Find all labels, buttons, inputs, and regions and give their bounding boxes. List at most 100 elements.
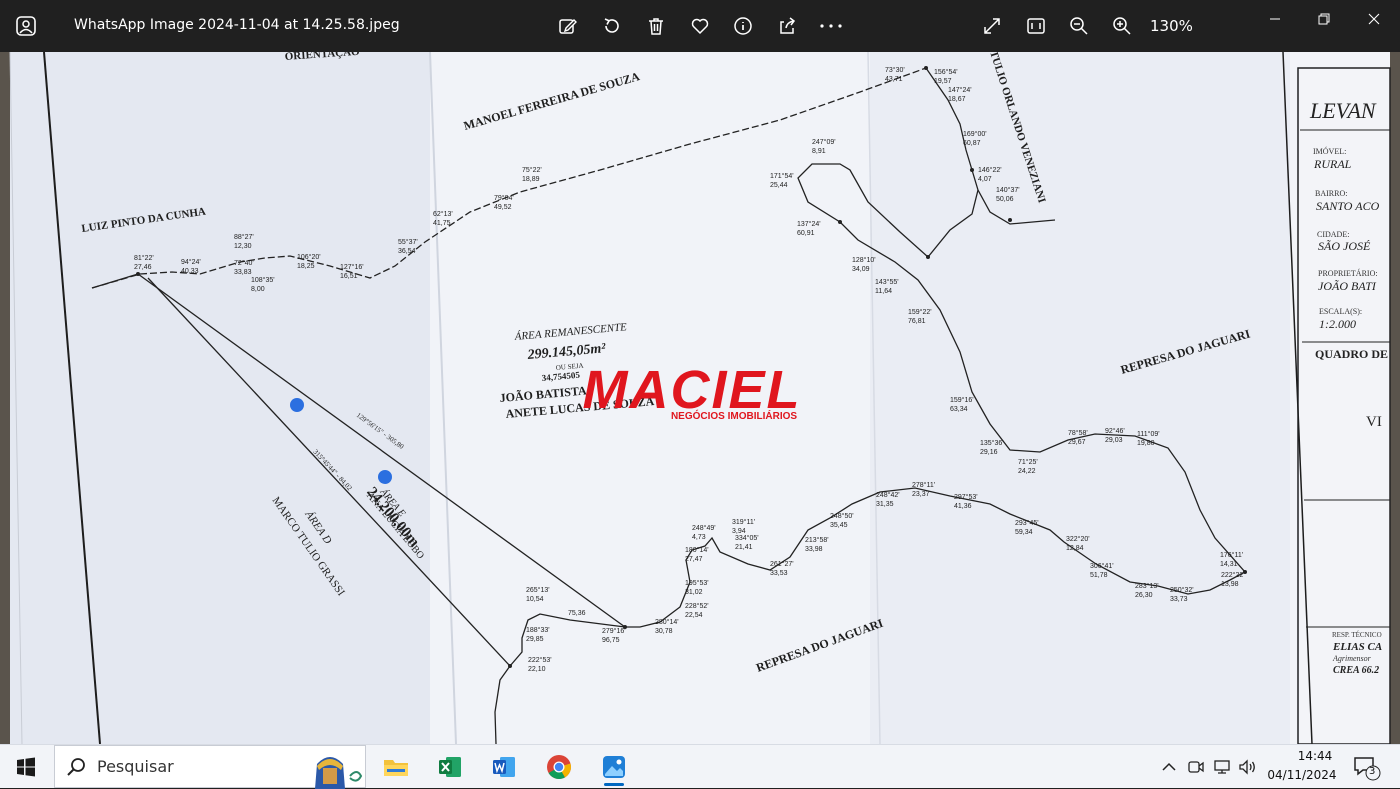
info-icon[interactable] [729,12,757,40]
rotate-icon[interactable] [598,12,626,40]
chevron-up-icon[interactable] [1158,756,1180,778]
bearing-label: 261°27' [770,560,794,568]
distance-label: 19,80 [1137,440,1155,447]
distance-label: 35,45 [830,522,848,529]
bearing-label: 322°20' [1066,535,1090,543]
tb-resp-2: Agrimensor [1332,654,1372,663]
tb-imovel-label: IMÓVEL: [1313,146,1346,156]
distance-label: 29,67 [1068,439,1086,446]
network-icon[interactable] [1211,756,1233,778]
search-placeholder: Pesquisar [97,757,174,776]
bearing-label: 92°46' [1105,427,1125,435]
search-icon [67,758,85,776]
close-button[interactable] [1354,6,1394,32]
distance-label: 29,85 [526,636,544,643]
zoom-level[interactable]: 130% [1150,17,1193,35]
bearing-label: 171°54' [770,172,794,180]
distance-label: 4,73 [692,534,706,541]
bearing-label: 94°24' [181,258,201,266]
location-marker[interactable] [378,470,392,484]
bearing-label: 247°09' [812,138,836,146]
bearing-label: 78°58' [1068,429,1088,437]
bearing-label: 213°58' [805,536,829,544]
share-icon[interactable] [773,12,801,40]
file-explorer-icon[interactable] [372,747,420,787]
delete-icon[interactable] [642,12,670,40]
tb-bairro: SANTO ACO [1316,199,1380,213]
distance-label: 24,22 [1018,468,1036,475]
bearing-label: 72°40' [234,259,254,267]
edit-icon[interactable] [554,12,582,40]
image-canvas[interactable]: LEVAN IMÓVEL: RURAL BAIRRO: SANTO ACO CI… [0,52,1400,744]
fit-icon[interactable] [1022,12,1050,40]
word-icon[interactable] [480,747,528,787]
clock-time[interactable]: 14:44 [1280,749,1350,763]
more-icon[interactable] [817,12,845,40]
distance-label: 31,02 [685,589,703,596]
restore-button[interactable] [1304,6,1344,32]
fullscreen-icon[interactable] [978,12,1006,40]
start-button[interactable] [6,749,46,785]
tb-cidade: SÃO JOSÉ [1318,239,1371,253]
distance-label: 29,16 [980,449,998,456]
bearing-label: 75°22' [522,166,542,174]
distance-label: 59,34 [1015,529,1033,536]
zoom-in-icon[interactable] [1108,12,1136,40]
distance-label: 34,09 [852,266,870,273]
meet-icon[interactable] [1185,756,1207,778]
bearing-label: 334°05' [735,534,759,542]
photos-app-icon [14,14,38,38]
bearing-label: 280°14' [655,618,679,626]
distance-label: 11,64 [875,288,892,295]
bearing-label: 265°13' [526,586,550,594]
distance-label: 22,54 [685,612,703,619]
distance-label: 40,33 [181,268,199,275]
distance-label: 16,51 [340,273,358,280]
location-marker[interactable] [290,398,304,412]
bearing-label: 128°10' [852,256,876,264]
tb-resp-label: RESP. TÉCNICO [1332,631,1382,639]
volume-icon[interactable] [1237,756,1259,778]
minimize-button[interactable] [1255,6,1295,32]
bearing-label: 248°50' [830,512,854,520]
distance-label: 60,91 [797,230,815,237]
chrome-icon[interactable] [535,747,583,787]
maciel-watermark: MACIEL NEGÓCIOS IMOBILIÁRIOS [583,360,800,422]
zoom-out-icon[interactable] [1065,12,1093,40]
distance-label: 19,57 [934,78,952,85]
favorite-icon[interactable] [686,12,714,40]
distance-label: 18,67 [948,96,966,103]
distance-label: 33,98 [805,546,823,553]
distance-label: 60,87 [963,140,981,147]
bearing-label: 228°52' [685,602,709,610]
distance-label: 50,06 [996,196,1014,203]
bearing-label: 306°41' [1090,562,1114,570]
bearing-label: 146°22' [978,166,1002,174]
bearing-label: 143°55' [875,278,899,286]
distance-label: 10,54 [526,596,544,603]
distance-label: 30,78 [655,628,673,635]
excel-icon[interactable] [426,747,474,787]
notification-count: 3 [1369,766,1376,777]
bearing-label: 283°13' [1135,582,1159,590]
bearing-label: 169°00' [963,130,987,138]
tb-proprietario: JOÃO BATI [1318,279,1377,293]
distance-label: 29,03 [1105,437,1123,444]
watermark-tagline: NEGÓCIOS IMOBILIÁRIOS [671,409,797,422]
tb-bairro-label: BAIRRO: [1315,189,1347,198]
bearing-label: 293°45' [1015,519,1039,527]
bearing-label: 319°11' [732,518,755,526]
distance-label: 63,34 [950,406,968,413]
title-block-heading: LEVAN [1309,98,1377,123]
distance-label: 27,47 [685,556,703,563]
taskbar: Pesquisar 14:44 04/11/2024 3 [0,744,1400,789]
clock-date[interactable]: 04/11/2024 [1262,768,1342,782]
tb-quadro: QUADRO DE [1315,347,1388,361]
photos-icon[interactable] [590,747,638,787]
bearing-label: 248°42' [876,491,900,499]
bearing-label: 222°53' [528,656,552,664]
search-box[interactable]: Pesquisar [54,745,366,789]
notifications-button[interactable]: 3 [1352,755,1382,781]
bearing-label: 137°24' [797,220,821,228]
bearing-label: 55°37' [398,238,418,246]
